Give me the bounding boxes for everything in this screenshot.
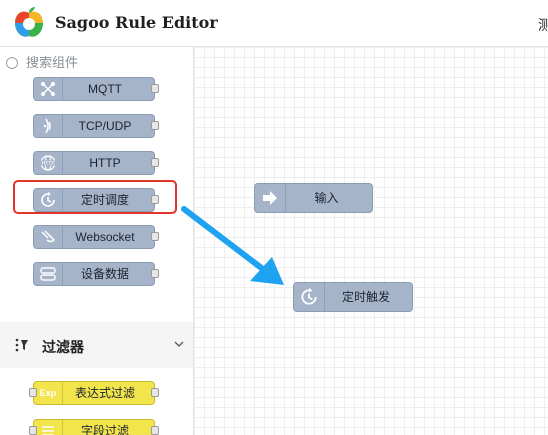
node-label: Websocket [75, 230, 135, 244]
output-port[interactable] [151, 232, 159, 241]
search-input[interactable] [26, 55, 176, 70]
sidebar-node-field-filter[interactable]: 字段过滤 [29, 419, 159, 435]
node-label: 输入 [314, 191, 339, 205]
node-label: 字段过滤 [80, 424, 129, 435]
app-title: Sagoo Rule Editor [55, 13, 218, 32]
timer-icon [34, 189, 63, 211]
output-port[interactable] [151, 121, 159, 130]
chevron-down-icon[interactable] [174, 339, 184, 349]
node-label: MQTT [88, 82, 122, 96]
drag-arrow [181, 206, 284, 285]
sidebar-node-mqtt[interactable]: MQTT [33, 77, 159, 101]
device-icon [34, 263, 63, 285]
websocket-icon [34, 226, 63, 248]
exp-icon: Exp [34, 382, 63, 404]
sidebar-node-websocket[interactable]: Websocket [33, 225, 159, 249]
canvas-node-timer-trigger[interactable]: 定时触发 [293, 282, 413, 312]
node-label: 定时调度 [80, 193, 129, 207]
svg-text:HTTP: HTTP [42, 161, 55, 167]
output-port[interactable] [151, 426, 159, 435]
filter-icon [15, 338, 28, 352]
app-header: Sagoo Rule Editor 测 [0, 0, 548, 47]
output-port[interactable] [151, 195, 159, 204]
node-label: 定时触发 [341, 290, 390, 304]
component-search [6, 55, 186, 73]
http-globe-icon: HTTP [34, 152, 63, 174]
output-port[interactable] [151, 388, 159, 397]
node-label: TCP/UDP [78, 119, 132, 133]
section-label: 过滤器 [42, 339, 84, 355]
component-sidebar: MQTT TCP/UDP HTTP HTTP 定时调度 Websocket [0, 47, 194, 435]
app-logo [15, 7, 43, 37]
list-icon [34, 420, 63, 435]
node-label: 表达式过滤 [74, 386, 135, 400]
sidebar-node-tcp-udp[interactable]: TCP/UDP [33, 114, 159, 138]
output-port[interactable] [151, 84, 159, 93]
sidebar-node-expression-filter[interactable]: Exp 表达式过滤 [29, 381, 159, 405]
signal-icon [34, 115, 63, 137]
search-icon [6, 57, 18, 69]
sidebar-node-device-data[interactable]: 设备数据 [33, 262, 159, 286]
sidebar-node-timer[interactable]: 定时调度 [33, 188, 159, 212]
output-port[interactable] [151, 269, 159, 278]
timer-icon [294, 283, 325, 311]
node-label: 设备数据 [80, 267, 129, 281]
output-port[interactable] [151, 158, 159, 167]
sidebar-node-http[interactable]: HTTP HTTP [33, 151, 159, 175]
node-label: HTTP [89, 156, 121, 170]
section-filters[interactable]: 过滤器 [0, 322, 193, 368]
header-right-text[interactable]: 测 [538, 15, 548, 35]
mqtt-icon [34, 78, 63, 100]
